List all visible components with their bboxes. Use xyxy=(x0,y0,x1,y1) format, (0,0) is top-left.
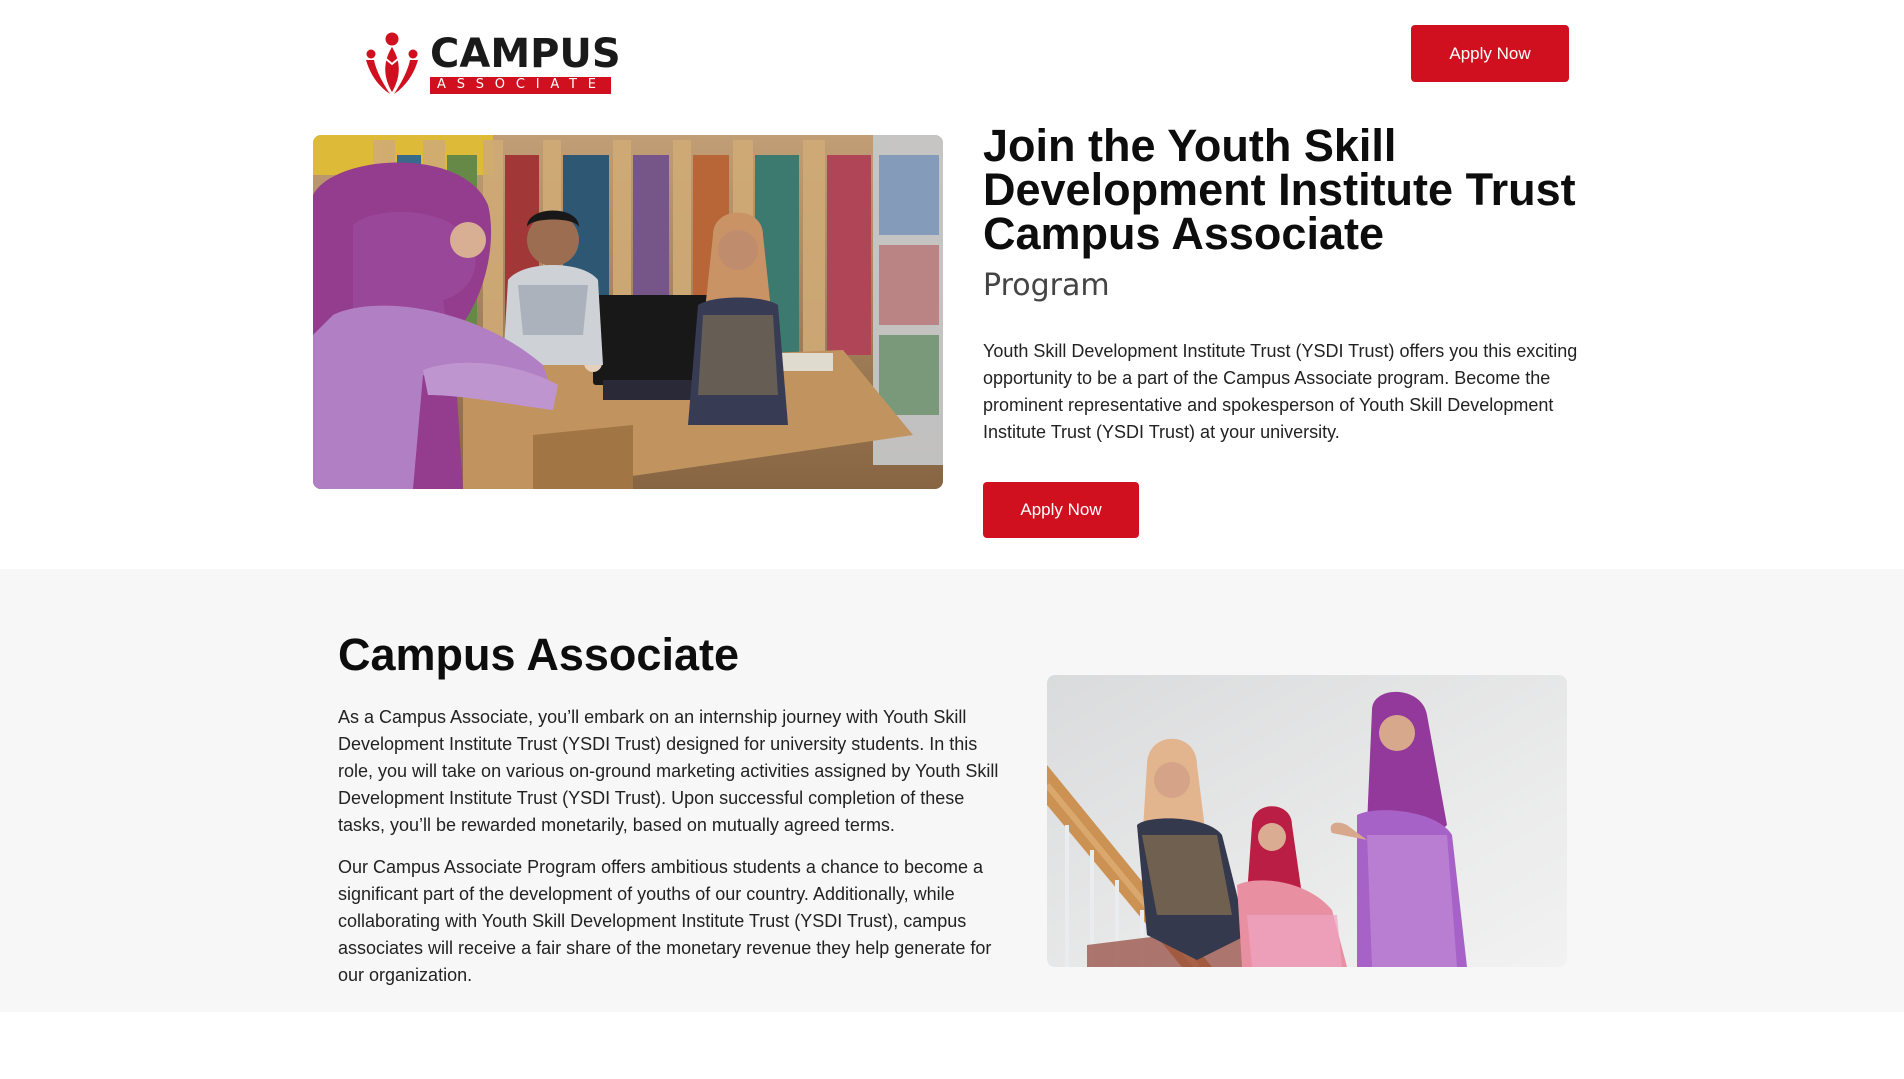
campus-associate-logo[interactable]: CAMPUS ASSOCIATE xyxy=(362,30,621,98)
hero-image-students-library xyxy=(313,135,943,489)
logo-subword: ASSOCIATE xyxy=(430,77,611,94)
site-header: CAMPUS ASSOCIATE Apply Now xyxy=(0,0,1904,118)
stairs-photo-illustration xyxy=(1047,675,1567,967)
hero-description: Youth Skill Development Institute Trust … xyxy=(983,341,1578,442)
section-title: Campus Associate xyxy=(338,629,739,680)
campus-associate-section: Campus Associate As a Campus Associate, … xyxy=(0,569,1904,1012)
hero-title: Join the Youth Skill Development Institu… xyxy=(983,120,1576,259)
logo-word: CAMPUS xyxy=(430,31,621,77)
logo-wordmark: CAMPUS ASSOCIATE xyxy=(430,34,621,94)
about-image-students-stairs xyxy=(1047,675,1567,967)
hero-apply-now-button[interactable]: Apply Now xyxy=(983,482,1139,538)
about-paragraph-2: Our Campus Associate Program offers ambi… xyxy=(338,857,992,985)
people-logo-icon xyxy=(366,32,418,94)
hero-subtitle: Program xyxy=(983,268,1110,303)
header-apply-now-button[interactable]: Apply Now xyxy=(1411,25,1569,82)
about-paragraph-1: As a Campus Associate, you’ll embark on … xyxy=(338,707,999,835)
library-photo-illustration xyxy=(313,135,943,489)
